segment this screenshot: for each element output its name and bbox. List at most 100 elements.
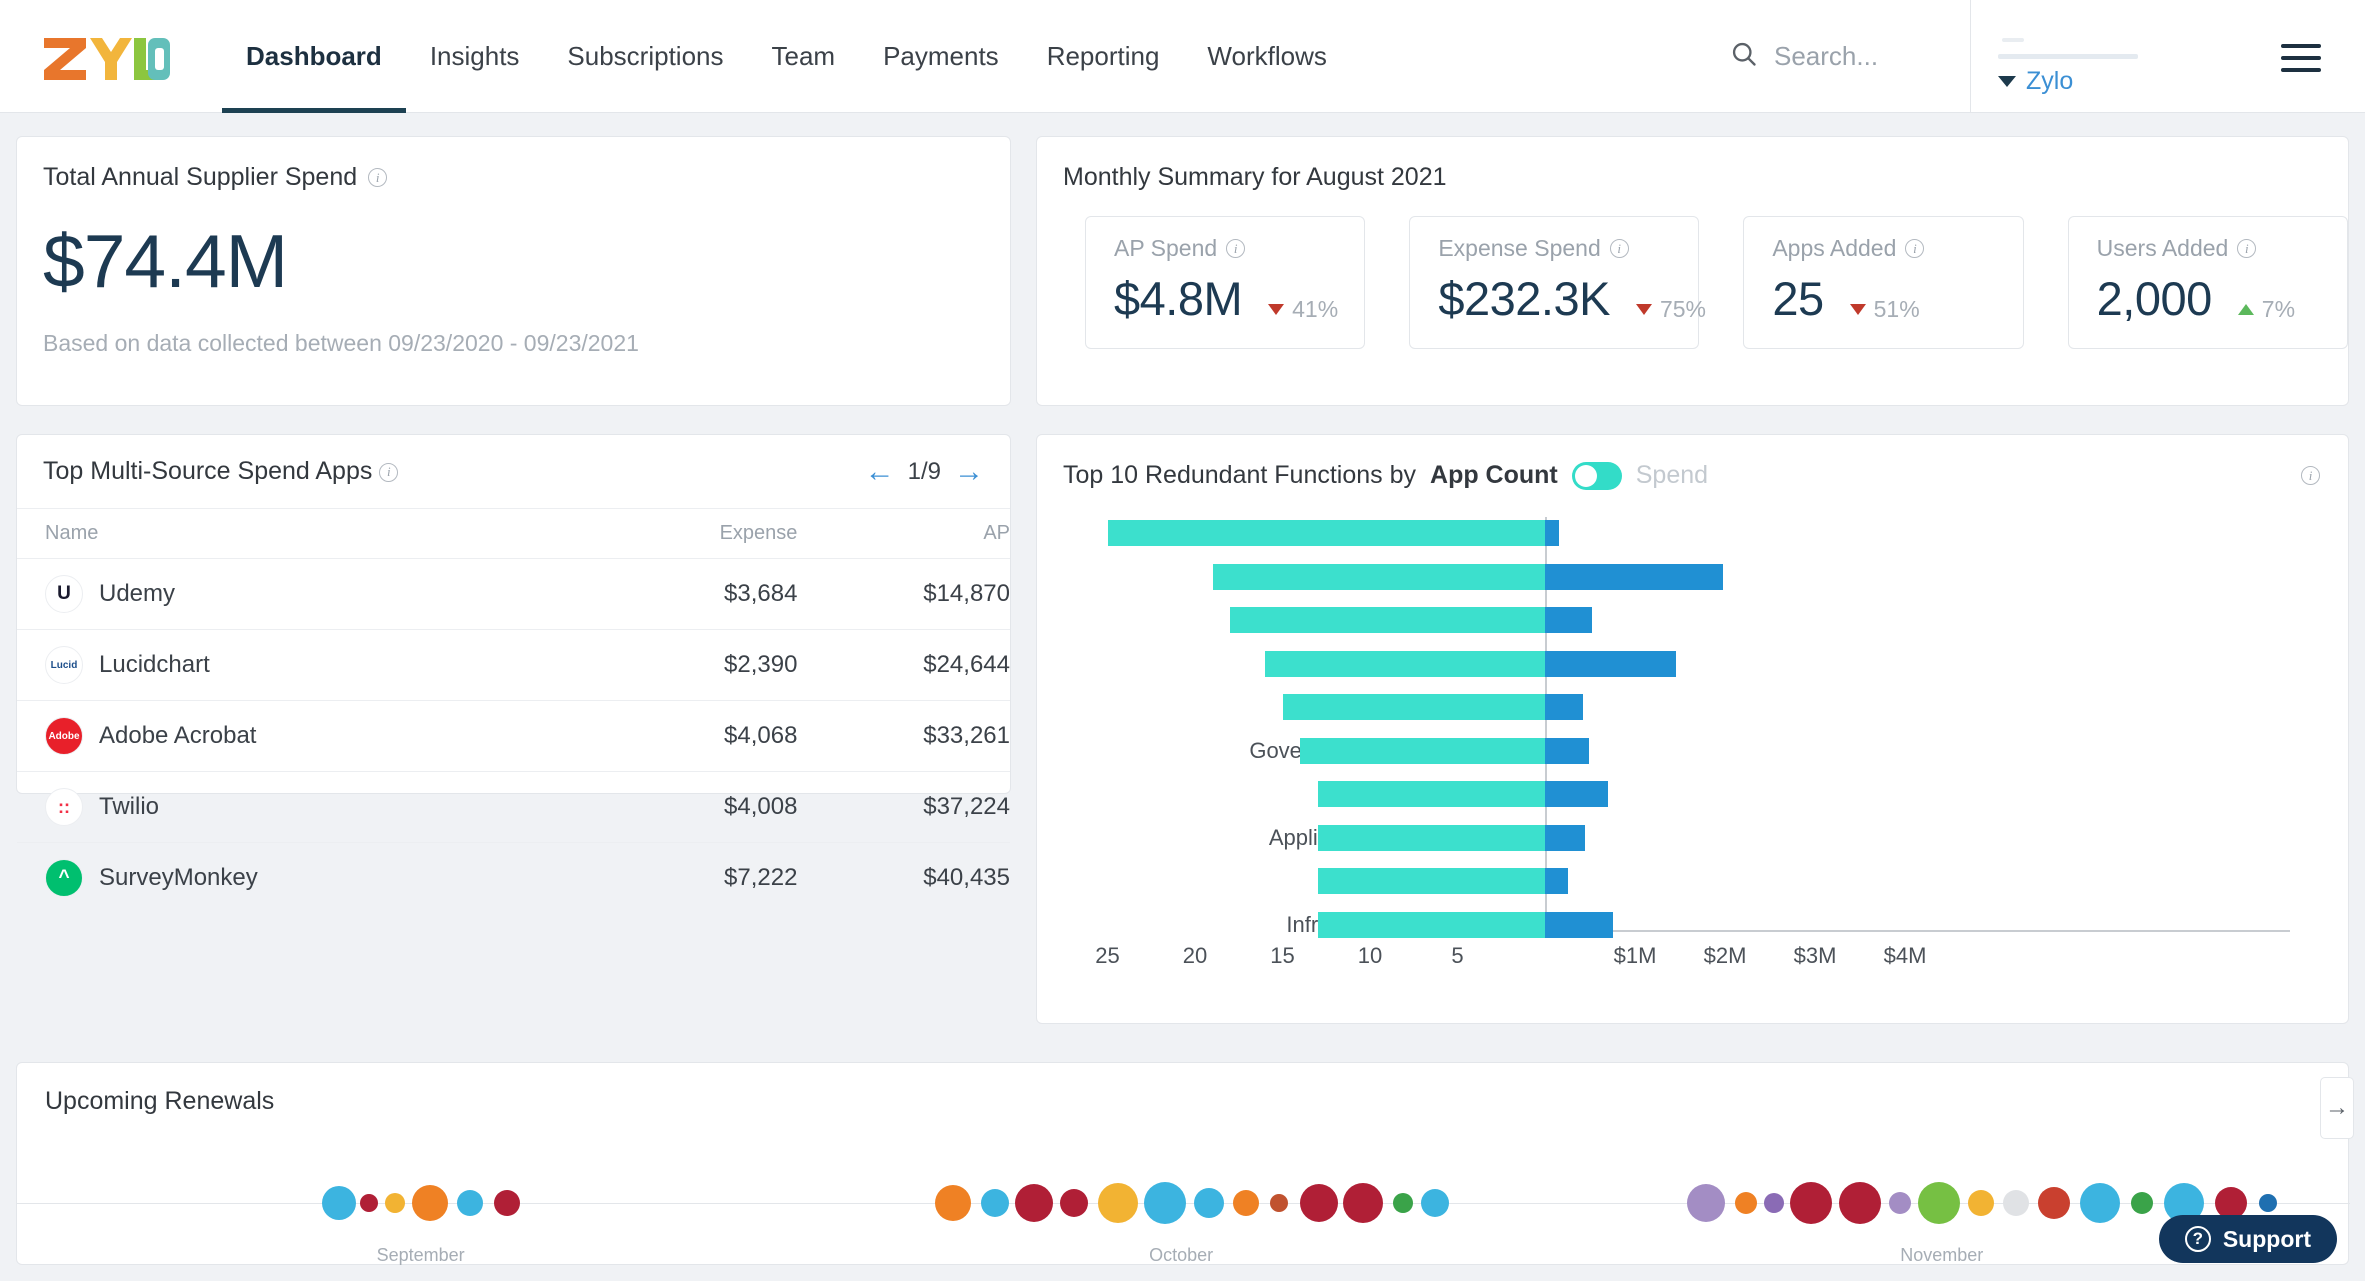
table-row[interactable]: ::Twilio$4,008$37,224 [17, 772, 1010, 843]
nav-item-reporting[interactable]: Reporting [1023, 0, 1184, 113]
renewal-bubble[interactable] [1194, 1188, 1224, 1218]
renewal-bubble[interactable] [1144, 1182, 1186, 1224]
bar-app-count[interactable] [1283, 694, 1546, 720]
left-axis-tick: 10 [1358, 943, 1382, 969]
kpi-delta: 41% [1268, 296, 1338, 323]
bar-spend[interactable] [1545, 564, 1723, 590]
renewal-bubble[interactable] [1839, 1182, 1881, 1224]
table-row[interactable]: LucidLucidchart$2,390$24,644 [17, 630, 1010, 701]
nav-item-workflows[interactable]: Workflows [1183, 0, 1350, 113]
info-icon[interactable]: i [2237, 239, 2256, 258]
org-switcher[interactable]: Zylo [1998, 38, 2138, 96]
table-pagination: ← 1/9 → [865, 457, 984, 487]
table-row[interactable]: ^SurveyMonkey$7,222$40,435 [17, 843, 1010, 914]
left-axis-tick: 15 [1270, 943, 1294, 969]
renewal-bubble[interactable] [2003, 1190, 2029, 1216]
renewal-bubble[interactable] [1015, 1184, 1053, 1222]
toggle-spend-label: Spend [1636, 461, 1708, 490]
nav-item-payments[interactable]: Payments [859, 0, 1023, 113]
search-box[interactable]: Search... [1730, 0, 1878, 113]
renewal-bubble[interactable] [1300, 1184, 1338, 1222]
renewal-bubble[interactable] [1790, 1182, 1832, 1224]
bar-app-count[interactable] [1230, 607, 1545, 633]
renewal-bubble[interactable] [1233, 1190, 1259, 1216]
nav-item-insights[interactable]: Insights [406, 0, 544, 113]
renewal-bubble[interactable] [1060, 1189, 1088, 1217]
kpi-label-text: Expense Spend [1438, 235, 1600, 262]
nav-item-dashboard[interactable]: Dashboard [222, 0, 406, 113]
bar-app-count[interactable] [1318, 868, 1546, 894]
renewal-bubble[interactable] [457, 1190, 483, 1216]
bar-app-count[interactable] [1318, 825, 1546, 851]
renewal-bubble[interactable] [1687, 1184, 1725, 1222]
renewal-bubble[interactable] [494, 1190, 520, 1216]
app-ap: $40,435 [797, 843, 1010, 914]
table-row[interactable]: AdobeAdobe Acrobat$4,068$33,261 [17, 701, 1010, 772]
bar-spend[interactable] [1545, 825, 1585, 851]
bar-spend[interactable] [1545, 607, 1592, 633]
renewal-bubble[interactable] [1918, 1182, 1960, 1224]
bar-spend[interactable] [1545, 912, 1613, 938]
info-icon[interactable]: i [368, 168, 387, 187]
renewal-bubble[interactable] [360, 1194, 378, 1212]
support-button[interactable]: ? Support [2159, 1215, 2337, 1263]
timeline-next-arrow-icon[interactable]: → [2320, 1077, 2354, 1139]
bar-spend[interactable] [1545, 738, 1589, 764]
renewal-bubble[interactable] [412, 1185, 448, 1221]
bar-app-count[interactable] [1318, 912, 1546, 938]
renewal-bubble[interactable] [1735, 1192, 1757, 1214]
info-icon[interactable]: i [379, 463, 398, 482]
nav-item-team[interactable]: Team [748, 0, 860, 113]
support-label: Support [2223, 1226, 2311, 1253]
renewal-bubble[interactable] [1270, 1194, 1288, 1212]
renewal-bubble[interactable] [1393, 1193, 1413, 1213]
bar-app-count[interactable] [1318, 781, 1546, 807]
renewal-bubble[interactable] [2131, 1192, 2153, 1214]
bar-spend[interactable] [1545, 868, 1568, 894]
bar-app-count[interactable] [1265, 651, 1545, 677]
apps-table: NameExpenseAP UUdemy$3,684$14,870LucidLu… [17, 509, 1010, 913]
app-expense: $2,390 [607, 630, 798, 701]
bar-app-count[interactable] [1300, 738, 1545, 764]
app-expense: $3,684 [607, 559, 798, 630]
renewal-bubble[interactable] [1343, 1183, 1383, 1223]
info-icon[interactable]: i [2301, 466, 2320, 485]
zylo-logo[interactable] [42, 30, 170, 82]
bar-spend[interactable] [1545, 651, 1676, 677]
app-name-cell: ::Twilio [17, 772, 607, 843]
bar-spend[interactable] [1545, 694, 1583, 720]
renewal-bubble[interactable] [2080, 1183, 2120, 1223]
renewal-bubble[interactable] [1889, 1192, 1911, 1214]
bar-app-count[interactable] [1108, 520, 1546, 546]
info-icon[interactable]: i [1905, 239, 1924, 258]
kpi-label: Expense Spend i [1438, 235, 1698, 262]
upcoming-renewals-card: Upcoming Renewals SeptemberOctoberNovemb… [16, 1062, 2349, 1265]
renewal-bubble[interactable] [322, 1186, 356, 1220]
next-page-arrow-icon[interactable]: → [954, 457, 984, 487]
twilio-logo: :: [45, 788, 83, 826]
table-row[interactable]: UUdemy$3,684$14,870 [17, 559, 1010, 630]
info-icon[interactable]: i [1610, 239, 1629, 258]
renewal-bubble[interactable] [2038, 1187, 2070, 1219]
card-title: Total Annual Supplier Spend [43, 163, 357, 192]
renewal-bubble[interactable] [1968, 1190, 1994, 1216]
renewal-bubble[interactable] [385, 1193, 405, 1213]
nav-item-subscriptions[interactable]: Subscriptions [543, 0, 747, 113]
renewal-bubble[interactable] [1764, 1193, 1784, 1213]
org-name: Zylo [2026, 67, 2073, 96]
trend-down-icon [1850, 304, 1866, 315]
renewal-bubble[interactable] [935, 1185, 971, 1221]
prev-page-arrow-icon[interactable]: ← [865, 457, 895, 487]
card-title: Monthly Summary for August 2021 [1063, 163, 1447, 191]
kpi-delta-value: 51% [1874, 296, 1920, 323]
bar-spend[interactable] [1545, 520, 1559, 546]
bar-spend[interactable] [1545, 781, 1608, 807]
renewal-bubble[interactable] [981, 1189, 1009, 1217]
hamburger-menu-icon[interactable] [2281, 44, 2321, 72]
bar-app-count[interactable] [1213, 564, 1546, 590]
renewal-bubble[interactable] [1421, 1189, 1449, 1217]
renewal-bubble[interactable] [1098, 1183, 1138, 1223]
info-icon[interactable]: i [1226, 239, 1245, 258]
metric-toggle[interactable] [1572, 462, 1622, 490]
renewal-bubble[interactable] [2259, 1194, 2277, 1212]
